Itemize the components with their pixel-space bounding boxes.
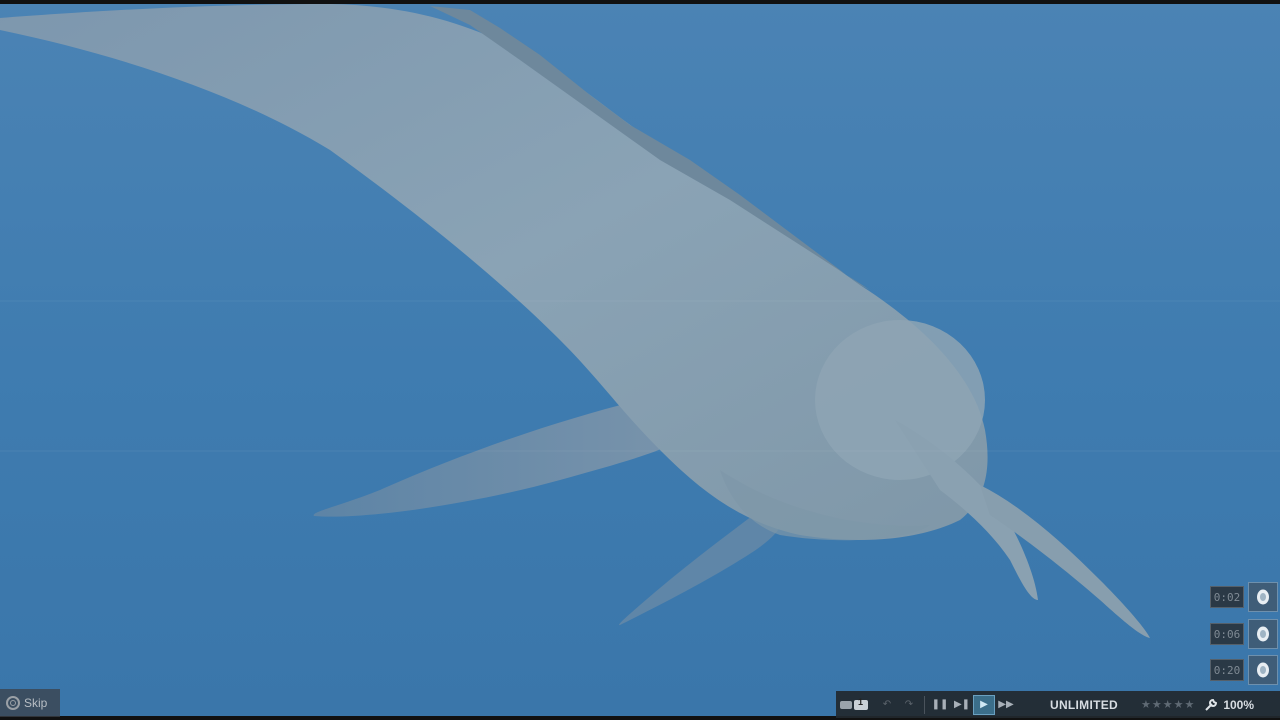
- underwater-scene: [0, 0, 1280, 720]
- wrench-icon: [1205, 698, 1218, 711]
- speed-badge: 1: [858, 697, 864, 707]
- camera-mode-button[interactable]: [836, 695, 876, 715]
- incubation-egg-icon[interactable]: [1248, 655, 1278, 685]
- timer-item[interactable]: 0:02: [1210, 582, 1278, 612]
- budget-label[interactable]: UNLIMITED: [1039, 698, 1129, 712]
- step-forward-button[interactable]: ▶❚: [951, 695, 973, 715]
- timer-value: 0:02: [1210, 586, 1244, 608]
- incubation-egg-icon[interactable]: [1248, 582, 1278, 612]
- skip-button[interactable]: Skip: [0, 689, 60, 717]
- park-rating-stars[interactable]: ★★★★★: [1141, 698, 1195, 711]
- skip-label: Skip: [24, 696, 48, 710]
- play-button[interactable]: ▶: [973, 694, 995, 715]
- creature-head: [815, 320, 985, 480]
- timer-value: 0:06: [1210, 623, 1244, 645]
- game-viewport[interactable]: [0, 0, 1280, 720]
- redo-icon[interactable]: ↷: [898, 695, 920, 715]
- incubation-egg-icon[interactable]: [1248, 619, 1278, 649]
- pause-button[interactable]: ❚❚: [929, 695, 951, 715]
- timer-value: 0:20: [1210, 659, 1244, 681]
- zoom-value: 100%: [1223, 697, 1255, 712]
- undo-icon[interactable]: ↶: [876, 695, 898, 715]
- timer-item[interactable]: 0:06: [1210, 619, 1278, 649]
- zoom-control[interactable]: 100%: [1203, 697, 1254, 713]
- timer-item[interactable]: 0:20: [1210, 655, 1278, 685]
- fast-forward-button[interactable]: ▶▶: [995, 695, 1017, 715]
- controller-button-icon: [6, 696, 20, 710]
- bottom-toolbar: 1 ↶ ↷ ❚❚ ▶❚ ▶ ▶▶ UNLIMITED ★★★★★ 100%: [836, 691, 1280, 718]
